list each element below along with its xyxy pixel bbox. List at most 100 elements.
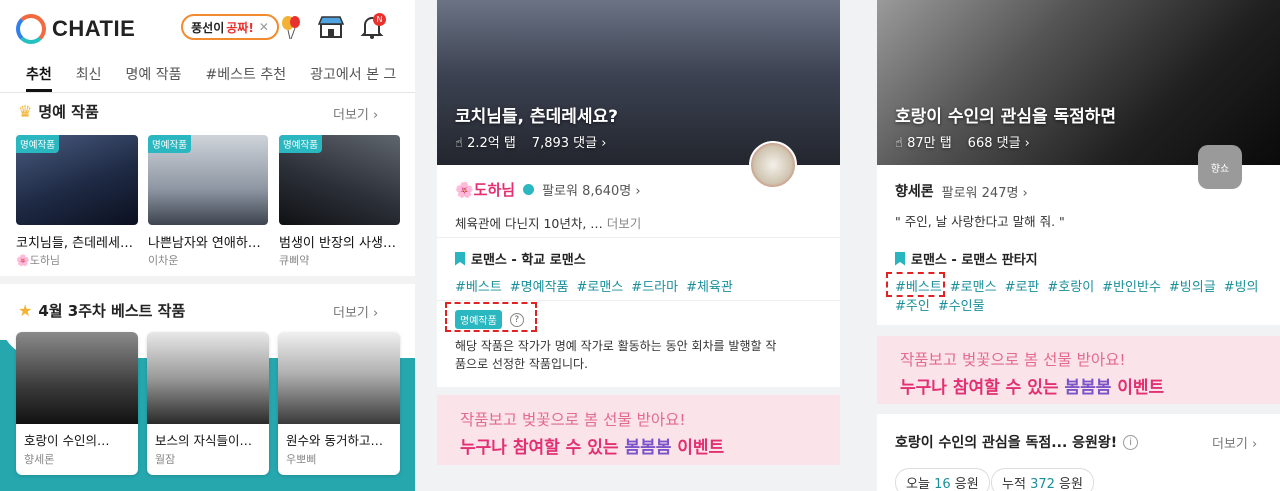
- tag[interactable]: #빙의: [1224, 276, 1259, 295]
- hero-title: 호랑이 수인의 관심을 독점하면: [895, 107, 1117, 127]
- divider: [0, 276, 415, 284]
- free-balloon-button[interactable]: 풍선이 공짜! ✕: [181, 14, 279, 40]
- honor-description-line: 품으로 선정한 작품입니다.: [455, 357, 588, 371]
- comment-count[interactable]: 7,893 댓글 ›: [532, 132, 607, 151]
- honor-thumb-2[interactable]: 명예작품: [148, 135, 268, 225]
- tab-recommended[interactable]: 추천: [26, 56, 52, 92]
- logo-text: CHATIE: [52, 16, 136, 41]
- honor-description: 해당 작품은 작가가 명예 작가로 활동하는 동안 회차를 발행할 작 품으로 …: [455, 337, 776, 373]
- author-avatar[interactable]: 향쇼: [1198, 145, 1242, 189]
- tag[interactable]: #로맨스: [950, 276, 997, 295]
- store-icon[interactable]: [318, 15, 344, 39]
- hero-stats: ☝ 87만 탭 668 댓글 ›: [895, 132, 1030, 151]
- tag[interactable]: #주인: [895, 295, 930, 314]
- best-more-link[interactable]: 더보기 ›: [333, 302, 378, 321]
- honor-more-link[interactable]: 더보기 ›: [333, 104, 378, 123]
- event-banner[interactable]: 작품보고 벚꽃으로 봄 선물 받아요! 누구나 참여할 수 있는 봄봄봄 이벤트: [877, 336, 1280, 404]
- banner-line-2: 누구나 참여할 수 있는 봄봄봄 이벤트: [460, 433, 724, 458]
- follower-count[interactable]: 팔로워 247명 ›: [942, 182, 1028, 201]
- honor-card-author: 🌸도하님: [16, 254, 61, 267]
- category-tabs: 추천 최신 명예 작품 #베스트 추천 광고에서 본 그: [0, 56, 415, 92]
- notification-badge: N: [373, 13, 386, 26]
- info-icon[interactable]: i: [1123, 434, 1139, 450]
- honor-thumb-3[interactable]: 명예작품: [279, 135, 400, 225]
- chatie-logo[interactable]: CHATIE: [16, 14, 135, 44]
- divider: [437, 300, 840, 301]
- author-avatar[interactable]: [749, 141, 797, 189]
- honor-card-title[interactable]: 범생이 반장의 사생…: [279, 232, 401, 251]
- best-card-image: [147, 332, 269, 424]
- best-card-author: 우뽀삐: [286, 453, 317, 466]
- tag[interactable]: #수인물: [938, 295, 985, 314]
- support-more-link[interactable]: 더보기 ›: [1212, 433, 1257, 452]
- best-card-image: [278, 332, 400, 424]
- description-text: 체육관에 다닌지 10년차, …: [455, 216, 603, 231]
- support-title-row: 호랑이 수인의 관심을 독점... 응원왕! i: [895, 432, 1139, 452]
- banner-line-2a: 누구나 참여할 수 있는: [900, 378, 1065, 398]
- best-card-title: 호랑이 수인의…: [24, 433, 110, 448]
- logo-mark-icon: [16, 14, 46, 44]
- banner-line-1: 작품보고 벚꽃으로 봄 선물 받아요!: [900, 351, 1126, 369]
- notification-bell-icon[interactable]: N: [358, 13, 386, 41]
- honor-card-title[interactable]: 코치님들, 츤데레세…: [16, 232, 140, 251]
- tag[interactable]: #베스트: [455, 276, 502, 295]
- honor-card-author: 이차운: [148, 254, 179, 267]
- author-row: 향세론 팔로워 247명 ›: [895, 181, 1028, 201]
- best-card-title: 보스의 자식들이…: [155, 433, 252, 448]
- banner-line-2: 누구나 참여할 수 있는 봄봄봄 이벤트: [900, 373, 1164, 398]
- tap-count-text: 87만 탭: [907, 136, 952, 151]
- story-info-card: 향쇼 향세론 팔로워 247명 › " 주인, 날 사랑한다고 말해 줘. " …: [877, 145, 1280, 325]
- genre-row: 로맨스 - 로맨스 판타지: [895, 249, 1038, 268]
- honor-card-author: 큐삐약: [279, 254, 310, 267]
- author-name[interactable]: 🌸도하님: [455, 179, 515, 200]
- story-description: " 주인, 날 사랑한다고 말해 줘. ": [895, 214, 1065, 229]
- balloon-pill-highlight: 공짜!: [226, 20, 254, 35]
- best-card-author: 월잠: [155, 453, 176, 466]
- home-panel: CHATIE 풍선이 공짜! ✕ N 추천 최신 명예 작품 #베스트 추천 광…: [0, 0, 415, 491]
- highlight-box: [445, 302, 537, 332]
- tab-best[interactable]: #베스트 추천: [206, 56, 287, 92]
- hero-image: 코치님들, 츤데레세요? ☝ 2.2억 탭 7,893 댓글 ›: [437, 0, 840, 165]
- total-unit: 응원: [1054, 477, 1083, 491]
- close-icon[interactable]: ✕: [259, 20, 269, 34]
- tap-count-text: 2.2억 탭: [467, 136, 516, 151]
- tag[interactable]: #명예작품: [510, 276, 569, 295]
- tag[interactable]: #호랑이: [1047, 276, 1094, 295]
- best-card-image: [16, 332, 138, 424]
- banner-line-2c: 이벤트: [1111, 378, 1165, 398]
- total-support-count: 누적 372 응원: [991, 468, 1094, 491]
- description-more[interactable]: 더보기: [607, 216, 642, 231]
- tag-list-row-2: #주인 #수인물: [895, 295, 993, 314]
- today-label: 오늘: [906, 477, 935, 491]
- author-row: 🌸도하님 팔로워 8,640명 ›: [455, 179, 641, 200]
- honor-thumb-1[interactable]: 명예작품: [16, 135, 138, 225]
- event-banner[interactable]: 작품보고 벚꽃으로 봄 선물 받아요! 누구나 참여할 수 있는 봄봄봄 이벤트: [437, 395, 840, 465]
- tag-list: #베스트 #명예작품 #로맨스 #드라마 #체육관: [455, 276, 741, 295]
- best-card-2[interactable]: 보스의 자식들이… 월잠: [147, 332, 269, 475]
- tab-honor[interactable]: 명예 작품: [126, 56, 182, 92]
- comment-count[interactable]: 668 댓글 ›: [968, 132, 1030, 151]
- honor-badge: 명예작품: [148, 135, 191, 153]
- tag[interactable]: #체육관: [686, 276, 733, 295]
- today-number: 16: [934, 477, 951, 491]
- hero-title: 코치님들, 츤데레세요?: [455, 107, 618, 127]
- banner-line-2c: 이벤트: [671, 438, 725, 458]
- best-card-3[interactable]: 원수와 동거하고… 우뽀삐: [278, 332, 400, 475]
- tag[interactable]: #로맨스: [577, 276, 624, 295]
- tag[interactable]: #로판: [1005, 276, 1040, 295]
- tag-list: #베스트 #로맨스 #로판 #호랑이 #반인반수 #빙의글 #빙의: [895, 276, 1280, 295]
- follower-count[interactable]: 팔로워 8,640명 ›: [542, 180, 641, 199]
- genre-label: 로맨스 - 학교 로맨스: [471, 253, 586, 268]
- tag[interactable]: #빙의글: [1169, 276, 1216, 295]
- tab-latest[interactable]: 최신: [76, 56, 102, 92]
- honor-card-title[interactable]: 나쁜남자와 연애하…: [148, 232, 270, 251]
- tab-from-ads[interactable]: 광고에서 본 그: [310, 56, 396, 92]
- balloon-icon[interactable]: [280, 14, 302, 40]
- best-card-1[interactable]: 호랑이 수인의… 향세론: [16, 332, 138, 475]
- tag[interactable]: #반인반수: [1102, 276, 1161, 295]
- author-name[interactable]: 향세론: [895, 181, 934, 201]
- tap-icon: ☝: [455, 136, 463, 151]
- tag[interactable]: #드라마: [631, 276, 678, 295]
- best-card-author: 향세론: [24, 453, 55, 466]
- honor-section-title: ♛ 명예 작품: [18, 101, 99, 122]
